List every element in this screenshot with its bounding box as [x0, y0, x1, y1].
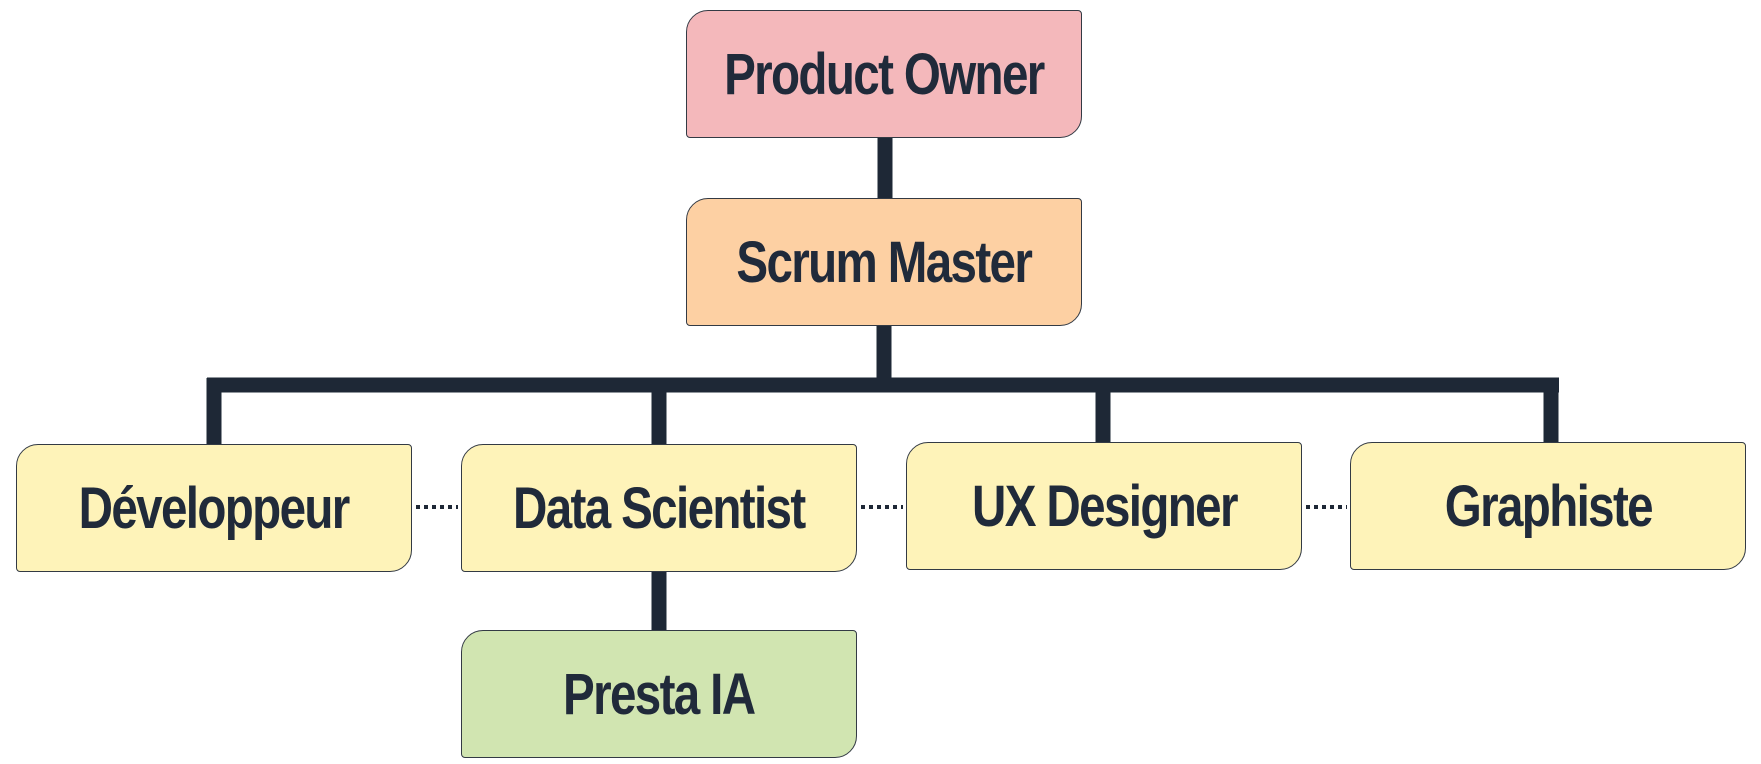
node-presta-ia: Presta IA — [461, 630, 857, 758]
node-scrum-master-label: Scrum Master — [736, 229, 1034, 295]
node-ux-designer-label: UX Designer — [971, 473, 1238, 539]
node-product-owner-label: Product Owner — [724, 41, 1045, 107]
node-developpeur-label: Développeur — [78, 475, 351, 541]
node-scrum-master: Scrum Master — [686, 198, 1082, 326]
node-graphiste: Graphiste — [1350, 442, 1746, 570]
node-developpeur: Développeur — [16, 444, 412, 572]
node-graphiste-label: Graphiste — [1444, 473, 1653, 539]
node-product-owner: Product Owner — [686, 10, 1082, 138]
node-ux-designer: UX Designer — [906, 442, 1302, 570]
node-data-scientist-label: Data Scientist — [513, 475, 806, 541]
node-data-scientist: Data Scientist — [461, 444, 857, 572]
node-presta-ia-label: Presta IA — [563, 661, 756, 727]
org-chart: Product Owner Scrum Master Développeur D… — [0, 0, 1761, 764]
